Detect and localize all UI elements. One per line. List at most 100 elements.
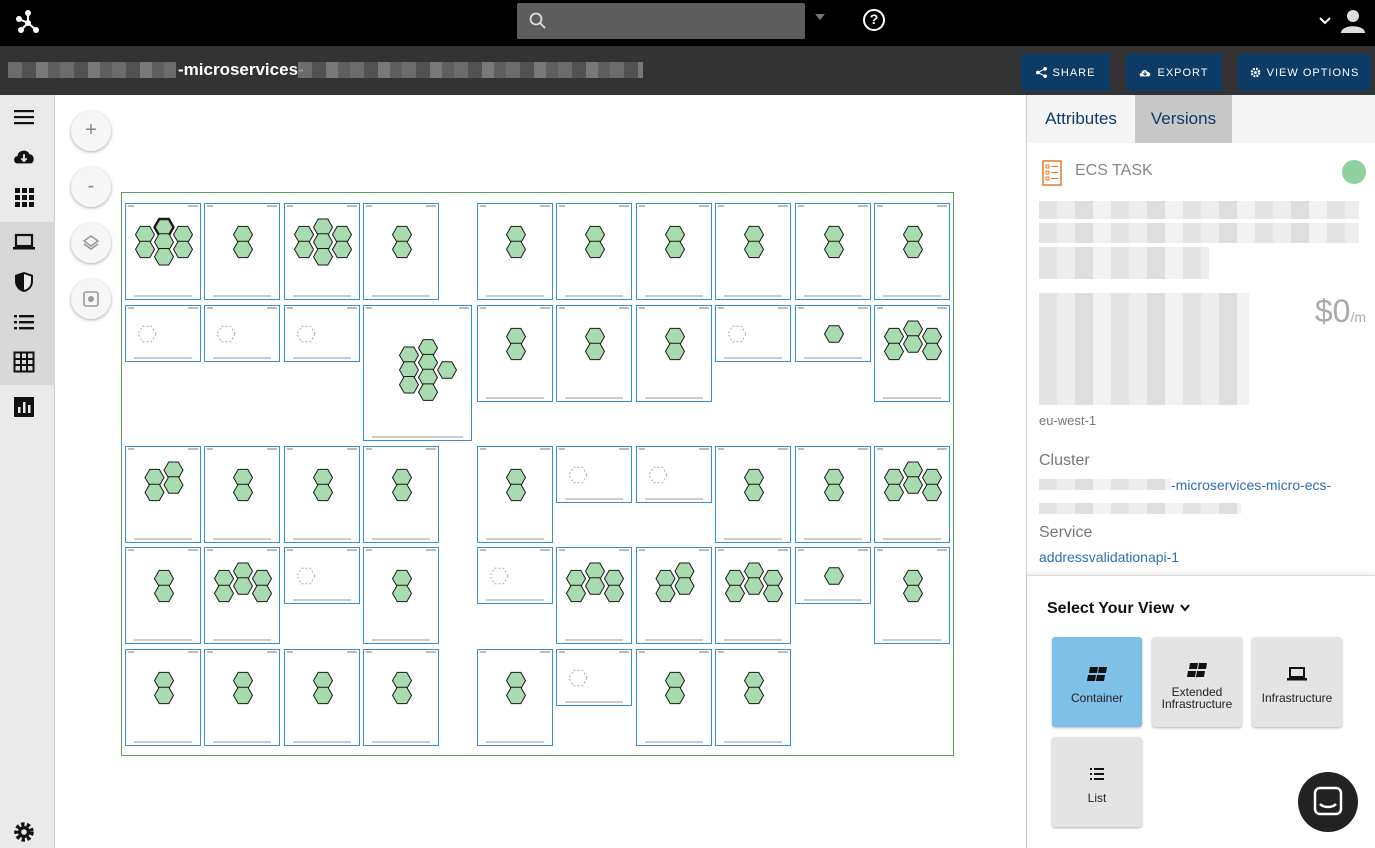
ecs-task-box[interactable] bbox=[715, 305, 791, 362]
ecs-task-box[interactable] bbox=[874, 547, 950, 644]
ecs-task-box[interactable] bbox=[556, 203, 632, 300]
container-hexagon[interactable] bbox=[674, 562, 695, 580]
ecs-task-box[interactable] bbox=[125, 547, 201, 644]
container-hexagon[interactable] bbox=[312, 483, 334, 502]
list-icon[interactable] bbox=[13, 311, 35, 333]
ecs-task-box[interactable] bbox=[477, 547, 553, 604]
container-hexagon[interactable] bbox=[436, 361, 458, 379]
container-hexagon[interactable] bbox=[417, 339, 439, 357]
container-hexagon[interactable] bbox=[163, 461, 184, 479]
settings-icon[interactable] bbox=[13, 821, 35, 843]
container-hexagon[interactable] bbox=[823, 325, 845, 343]
ecs-task-box[interactable] bbox=[715, 649, 791, 746]
container-hexagon[interactable] bbox=[743, 468, 765, 487]
container-hexagon[interactable] bbox=[505, 483, 527, 502]
ecs-task-box[interactable] bbox=[636, 547, 712, 644]
ecs-task-box[interactable] bbox=[125, 203, 201, 300]
container-hexagon[interactable] bbox=[743, 562, 765, 580]
container-hexagon[interactable] bbox=[505, 327, 527, 346]
bar-chart-icon[interactable] bbox=[13, 396, 35, 418]
view-infrastructure-button[interactable]: Infrastructure bbox=[1252, 637, 1342, 727]
app-logo-icon[interactable] bbox=[14, 8, 42, 36]
service-link[interactable]: addressvalidationapi-1 bbox=[1039, 549, 1179, 565]
container-hexagon[interactable] bbox=[213, 584, 235, 603]
search-input[interactable] bbox=[517, 3, 805, 39]
container-hexagon[interactable] bbox=[417, 383, 439, 401]
ecs-task-box[interactable] bbox=[477, 203, 553, 300]
container-hexagon[interactable] bbox=[883, 342, 905, 361]
table-grid-icon[interactable] bbox=[13, 351, 35, 373]
container-hexagon[interactable] bbox=[565, 584, 587, 603]
container-hexagon[interactable] bbox=[153, 569, 175, 588]
container-hexagon[interactable] bbox=[391, 584, 413, 603]
ecs-task-box[interactable] bbox=[477, 305, 553, 402]
container-hexagon[interactable] bbox=[505, 240, 527, 259]
container-hexagon[interactable] bbox=[232, 483, 254, 502]
cluster-link[interactable]: -microservices-micro-ecs- bbox=[1171, 477, 1331, 493]
ecs-task-box[interactable] bbox=[795, 305, 871, 362]
container-hexagon[interactable] bbox=[417, 368, 439, 387]
container-hexagon[interactable] bbox=[743, 240, 765, 259]
container-hexagon[interactable] bbox=[902, 335, 924, 353]
view-list-button[interactable]: List bbox=[1052, 737, 1142, 827]
ecs-task-box[interactable] bbox=[204, 305, 280, 362]
container-hexagon[interactable] bbox=[398, 346, 420, 364]
ecs-task-box[interactable] bbox=[284, 547, 360, 604]
container-hexagon[interactable] bbox=[902, 476, 924, 494]
ecs-task-box[interactable] bbox=[636, 203, 712, 300]
container-hexagon[interactable] bbox=[505, 342, 527, 361]
container-hexagon[interactable] bbox=[312, 218, 334, 236]
container-hexagon[interactable] bbox=[232, 468, 254, 487]
container-hexagon[interactable] bbox=[584, 562, 606, 580]
shield-icon[interactable] bbox=[13, 271, 35, 293]
container-hexagon[interactable] bbox=[331, 240, 353, 259]
container-hexagon[interactable] bbox=[743, 686, 765, 705]
menu-icon[interactable] bbox=[13, 106, 35, 128]
ecs-task-box[interactable] bbox=[556, 446, 632, 503]
help-icon[interactable]: ? bbox=[863, 9, 885, 31]
container-hexagon[interactable] bbox=[293, 240, 315, 259]
container-hexagon[interactable] bbox=[232, 671, 254, 690]
share-button[interactable]: SHARE bbox=[1021, 54, 1110, 91]
container-hexagon[interactable] bbox=[505, 225, 527, 244]
chevron-down-icon[interactable] bbox=[1318, 14, 1332, 28]
container-hexagon[interactable] bbox=[232, 225, 254, 244]
ecs-task-box[interactable] bbox=[125, 649, 201, 746]
container-hexagon[interactable] bbox=[584, 577, 606, 595]
ecs-task-box[interactable] bbox=[556, 305, 632, 402]
ecs-task-box[interactable] bbox=[284, 305, 360, 362]
ecs-task-box[interactable] bbox=[795, 203, 871, 300]
container-hexagon[interactable] bbox=[153, 233, 175, 251]
ecs-task-box[interactable] bbox=[715, 203, 791, 300]
container-hexagon[interactable] bbox=[921, 483, 943, 502]
container-hexagon[interactable] bbox=[743, 671, 765, 690]
container-hexagon[interactable] bbox=[391, 483, 413, 502]
container-hexagon[interactable] bbox=[743, 483, 765, 502]
zoom-in-button[interactable]: + bbox=[71, 111, 111, 151]
cloud-download-icon[interactable] bbox=[13, 146, 35, 168]
container-hexagon[interactable] bbox=[232, 577, 254, 595]
ecs-task-box[interactable] bbox=[363, 446, 439, 543]
container-hexagon[interactable] bbox=[655, 569, 676, 588]
container-hexagon[interactable] bbox=[584, 342, 606, 361]
container-hexagon[interactable] bbox=[391, 240, 413, 259]
tab-versions[interactable]: Versions bbox=[1135, 95, 1232, 143]
ecs-task-box[interactable] bbox=[204, 547, 280, 644]
container-hexagon[interactable] bbox=[921, 327, 943, 346]
container-hexagon[interactable] bbox=[743, 225, 765, 244]
container-hexagon[interactable] bbox=[232, 686, 254, 705]
ecs-task-box[interactable] bbox=[204, 446, 280, 543]
container-hexagon[interactable] bbox=[232, 562, 254, 580]
ecs-task-box[interactable] bbox=[477, 649, 553, 746]
container-hexagon[interactable] bbox=[655, 584, 676, 603]
laptop-icon[interactable] bbox=[13, 231, 35, 253]
container-hexagon[interactable] bbox=[603, 569, 625, 588]
container-hexagon[interactable] bbox=[391, 671, 413, 690]
container-hexagon[interactable] bbox=[153, 248, 175, 266]
ecs-task-box[interactable] bbox=[715, 446, 791, 543]
ecs-task-box[interactable] bbox=[284, 446, 360, 543]
container-hexagon[interactable] bbox=[823, 240, 845, 259]
container-hexagon[interactable] bbox=[398, 376, 420, 394]
user-avatar-icon[interactable] bbox=[1340, 8, 1366, 34]
ecs-task-box[interactable] bbox=[636, 446, 712, 503]
